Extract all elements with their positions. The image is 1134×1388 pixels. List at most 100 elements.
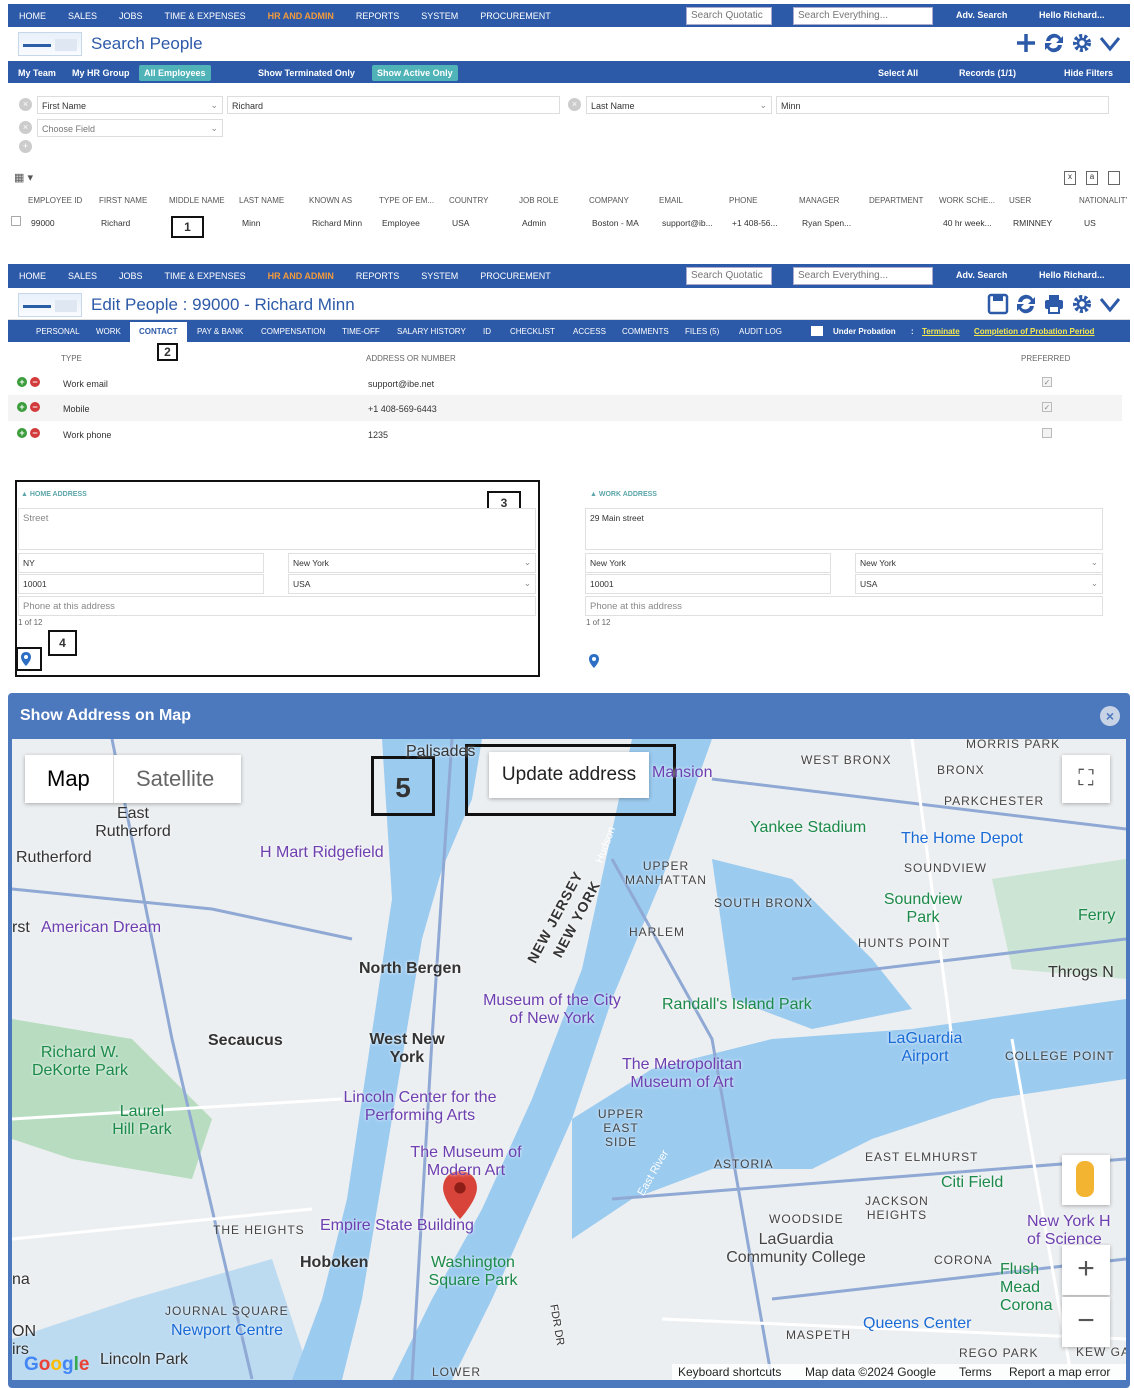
completion-link[interactable]: Completion of Probation Period bbox=[974, 327, 1094, 336]
satellite-type-button[interactable]: Satellite bbox=[136, 766, 214, 792]
close-icon[interactable]: × bbox=[1100, 706, 1120, 726]
tab-audit-log[interactable]: AUDIT LOG bbox=[739, 327, 782, 336]
map-view[interactable]: Map Satellite 5 Update address ⛶ + − Pal… bbox=[12, 739, 1126, 1380]
column-header[interactable]: KNOWN AS bbox=[309, 196, 352, 205]
tab-time-off[interactable]: TIME-OFF bbox=[342, 327, 380, 336]
save-icon[interactable] bbox=[986, 291, 1010, 317]
tab-files[interactable]: FILES (5) bbox=[685, 327, 719, 336]
nav-jobs[interactable]: JOBS bbox=[108, 11, 154, 21]
table-cell[interactable]: Richard bbox=[101, 218, 130, 228]
tab-comments[interactable]: COMMENTS bbox=[622, 327, 669, 336]
home-country-select[interactable]: USA ⌄ bbox=[288, 574, 536, 594]
search-quotation-input[interactable]: Search Quotatic bbox=[686, 267, 772, 285]
nav-procurement[interactable]: PROCUREMENT bbox=[469, 271, 562, 281]
column-chooser-icon[interactable]: ▦ ▾ bbox=[14, 171, 33, 184]
column-header[interactable]: USER bbox=[1009, 196, 1031, 205]
adv-search-link[interactable]: Adv. Search bbox=[956, 270, 1007, 280]
tab-id[interactable]: ID bbox=[483, 327, 491, 336]
work-country-select[interactable]: USA ⌄ bbox=[855, 574, 1103, 594]
table-cell[interactable]: Admin bbox=[522, 218, 546, 228]
select-all-button[interactable]: Select All bbox=[878, 68, 918, 78]
column-header[interactable]: EMPLOYEE ID bbox=[28, 196, 82, 205]
refresh-icon[interactable] bbox=[1014, 291, 1038, 317]
nav-procurement[interactable]: PROCUREMENT bbox=[469, 11, 562, 21]
add-icon[interactable] bbox=[1014, 30, 1038, 56]
choose-field-select[interactable]: Choose Field ⌄ bbox=[37, 119, 223, 137]
nav-home[interactable]: HOME bbox=[8, 11, 57, 21]
user-greeting[interactable]: Hello Richard... bbox=[1039, 270, 1105, 280]
nav-hr-admin[interactable]: HR AND ADMIN bbox=[257, 271, 345, 281]
work-address-label[interactable]: ▲ WORK ADDRESS bbox=[590, 491, 657, 498]
my-hr-group-filter[interactable]: My HR Group bbox=[72, 68, 130, 78]
remove-contact-icon[interactable]: − bbox=[30, 402, 40, 412]
keyboard-shortcuts-link[interactable]: Keyboard shortcuts bbox=[678, 1365, 781, 1379]
table-cell[interactable]: RMINNEY bbox=[1013, 218, 1052, 228]
search-everything-input[interactable]: Search Everything... bbox=[793, 267, 933, 285]
refresh-icon[interactable] bbox=[1042, 30, 1066, 56]
remove-contact-icon[interactable]: − bbox=[30, 377, 40, 387]
nav-reports[interactable]: REPORTS bbox=[345, 11, 410, 21]
column-header[interactable]: EMAIL bbox=[659, 196, 683, 205]
home-address-label[interactable]: ▲ HOME ADDRESS bbox=[21, 491, 87, 498]
table-cell[interactable]: +1 408-56... bbox=[732, 218, 778, 228]
filter-value-input[interactable]: Minn bbox=[776, 96, 1109, 114]
doc-export-icon[interactable] bbox=[1108, 171, 1120, 185]
map-pin-icon[interactable] bbox=[589, 654, 599, 668]
table-cell[interactable]: 99000 bbox=[31, 218, 55, 228]
add-filter-icon[interactable]: + bbox=[19, 140, 32, 153]
adv-search-link[interactable]: Adv. Search bbox=[956, 10, 1007, 20]
pdf-export-icon[interactable]: a bbox=[1086, 171, 1098, 185]
column-header[interactable]: JOB ROLE bbox=[519, 196, 559, 205]
gear-icon[interactable] bbox=[1070, 291, 1094, 317]
nav-sales[interactable]: SALES bbox=[57, 271, 108, 281]
contact-type[interactable]: Work phone bbox=[63, 430, 111, 440]
table-cell[interactable]: Boston - MA bbox=[592, 218, 639, 228]
nav-system[interactable]: SYSTEM bbox=[410, 11, 469, 21]
table-cell[interactable]: USA bbox=[452, 218, 469, 228]
chevron-down-icon[interactable] bbox=[1098, 30, 1122, 56]
column-header[interactable]: MANAGER bbox=[799, 196, 839, 205]
column-header[interactable]: MIDDLE NAME bbox=[169, 196, 225, 205]
column-header[interactable]: FIRST NAME bbox=[99, 196, 147, 205]
nav-hr-admin[interactable]: HR AND ADMIN bbox=[257, 11, 345, 21]
work-city-input[interactable]: New York bbox=[585, 553, 831, 573]
table-cell[interactable]: Minn bbox=[242, 218, 260, 228]
remove-filter-icon[interactable]: × bbox=[19, 121, 32, 134]
terms-link[interactable]: Terms bbox=[959, 1365, 992, 1379]
nav-system[interactable]: SYSTEM bbox=[410, 271, 469, 281]
home-state-select[interactable]: New York ⌄ bbox=[288, 553, 536, 573]
table-cell[interactable]: Richard Minn bbox=[312, 218, 362, 228]
tab-access[interactable]: ACCESS bbox=[573, 327, 606, 336]
table-cell[interactable]: Employee bbox=[382, 218, 420, 228]
home-street-input[interactable]: Street bbox=[18, 508, 536, 550]
contact-value[interactable]: 1235 bbox=[368, 430, 388, 440]
tab-pay-bank[interactable]: PAY & BANK bbox=[197, 327, 243, 336]
preferred-checkbox[interactable]: ✓ bbox=[1042, 377, 1052, 387]
home-phone-input[interactable]: Phone at this address bbox=[18, 596, 536, 616]
chevron-down-icon[interactable] bbox=[1098, 291, 1122, 317]
nav-home[interactable]: HOME bbox=[8, 271, 57, 281]
nav-time-expenses[interactable]: TIME & EXPENSES bbox=[154, 271, 257, 281]
preferred-checkbox[interactable] bbox=[1042, 428, 1052, 438]
contact-value[interactable]: +1 408-569-6443 bbox=[368, 404, 437, 414]
show-active-filter[interactable]: Show Active Only bbox=[372, 65, 458, 81]
column-header[interactable]: COMPANY bbox=[589, 196, 629, 205]
table-cell[interactable]: 40 hr week... bbox=[943, 218, 992, 228]
nav-sales[interactable]: SALES bbox=[57, 11, 108, 21]
print-icon[interactable] bbox=[1042, 291, 1066, 317]
report-error-link[interactable]: Report a map error bbox=[1009, 1365, 1110, 1379]
home-zip-input[interactable]: 10001 bbox=[18, 574, 264, 594]
work-phone-input[interactable]: Phone at this address bbox=[585, 596, 1103, 616]
contact-type[interactable]: Work email bbox=[63, 379, 108, 389]
column-header[interactable]: LAST NAME bbox=[239, 196, 284, 205]
contact-type[interactable]: Mobile bbox=[63, 404, 90, 414]
contact-value[interactable]: support@ibe.net bbox=[368, 379, 434, 389]
fullscreen-icon[interactable]: ⛶ bbox=[1062, 755, 1110, 803]
column-header[interactable]: COUNTRY bbox=[449, 196, 488, 205]
table-cell[interactable]: support@ib... bbox=[662, 218, 713, 228]
my-team-filter[interactable]: My Team bbox=[18, 68, 56, 78]
row-checkbox[interactable] bbox=[11, 216, 21, 226]
excel-export-icon[interactable]: x bbox=[1064, 171, 1076, 185]
tab-work[interactable]: WORK bbox=[96, 327, 121, 336]
all-employees-filter[interactable]: All Employees bbox=[139, 65, 211, 81]
